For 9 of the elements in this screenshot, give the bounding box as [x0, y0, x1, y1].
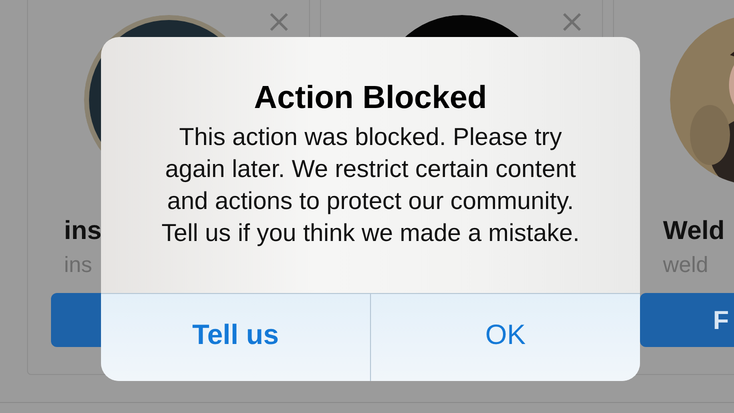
alert-message: This action was blocked. Please try again later. We restrict certain content and actions to protect our community. Tell us if you think we made a mistake. — [160, 123, 581, 249]
profile-name: ins — [64, 215, 102, 246]
profile-name: Weld — [663, 215, 725, 246]
tell-us-button[interactable]: Tell us — [101, 294, 370, 381]
close-icon[interactable] — [562, 12, 582, 32]
ok-button[interactable]: OK — [370, 294, 640, 381]
close-icon[interactable] — [269, 12, 289, 32]
alert-title: Action Blocked — [254, 79, 487, 116]
follow-button[interactable]: F — [640, 293, 734, 347]
